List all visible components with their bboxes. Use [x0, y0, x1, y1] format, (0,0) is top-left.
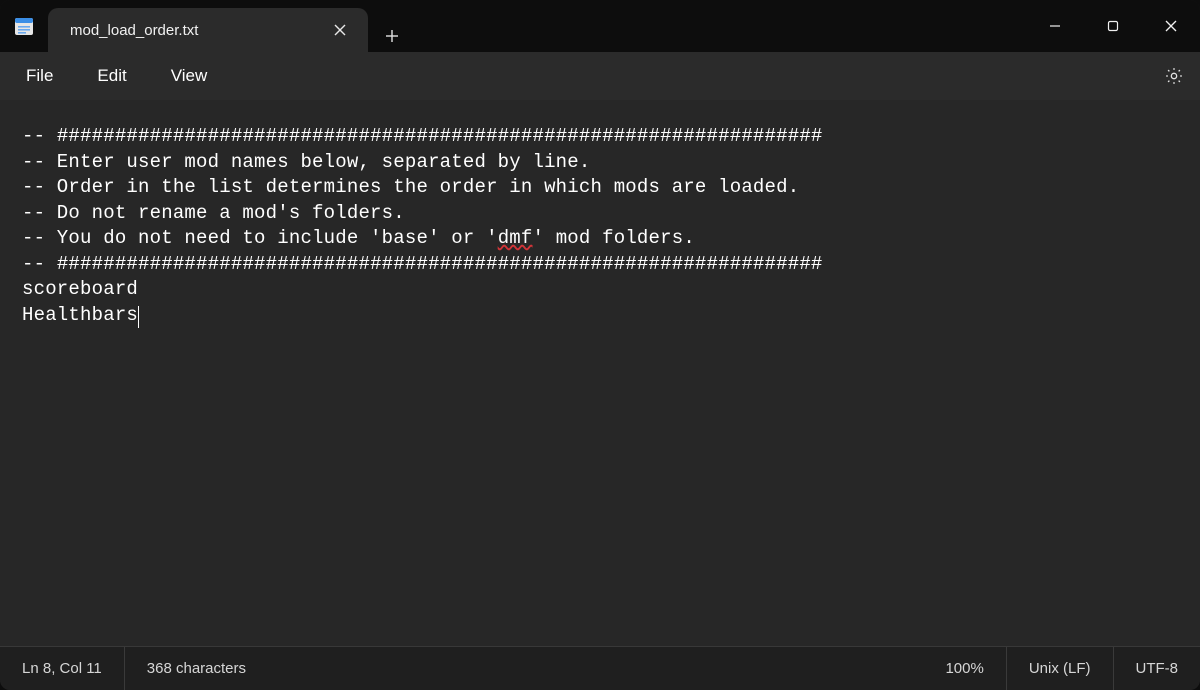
status-char-count[interactable]: 368 characters — [125, 647, 268, 690]
tab-modloadorder[interactable]: mod_load_order.txt — [48, 8, 368, 52]
tab-strip: mod_load_order.txt — [48, 0, 416, 52]
maximize-icon — [1106, 19, 1120, 33]
editor-line: -- Do not rename a mod's folders. — [22, 202, 405, 224]
tab-title: mod_load_order.txt — [70, 22, 198, 39]
settings-button[interactable] — [1152, 54, 1196, 98]
tab-close-button[interactable] — [330, 20, 350, 40]
window-controls — [1026, 0, 1200, 52]
close-icon — [1164, 19, 1178, 33]
spell-error: dmf — [498, 227, 533, 249]
status-line-ending[interactable]: Unix (LF) — [1007, 647, 1114, 690]
editor-line: -- Enter user mod names below, separated… — [22, 151, 591, 173]
maximize-button[interactable] — [1084, 0, 1142, 52]
app-window: mod_load_order.txt — [0, 0, 1200, 690]
menubar: File Edit View — [0, 52, 1200, 100]
plus-icon — [385, 29, 399, 43]
status-zoom[interactable]: 100% — [923, 647, 1006, 690]
status-encoding[interactable]: UTF-8 — [1114, 647, 1200, 690]
app-icon — [0, 0, 48, 52]
new-tab-button[interactable] — [368, 20, 416, 52]
editor-line: -- #####################################… — [22, 253, 823, 275]
titlebar: mod_load_order.txt — [0, 0, 1200, 52]
window-close-button[interactable] — [1142, 0, 1200, 52]
text-editor[interactable]: -- #####################################… — [0, 100, 1200, 646]
status-cursor-position[interactable]: Ln 8, Col 11 — [0, 647, 125, 690]
close-icon — [334, 24, 346, 36]
editor-line: -- You do not need to include 'base' or … — [22, 227, 695, 249]
menu-view[interactable]: View — [149, 60, 230, 92]
gear-icon — [1164, 66, 1184, 86]
minimize-button[interactable] — [1026, 0, 1084, 52]
statusbar: Ln 8, Col 11 368 characters 100% Unix (L… — [0, 646, 1200, 690]
editor-line: scoreboard — [22, 278, 138, 300]
menu-file[interactable]: File — [4, 60, 75, 92]
titlebar-drag-area[interactable] — [416, 0, 1026, 52]
editor-line: -- Order in the list determines the orde… — [22, 176, 799, 198]
text-caret — [138, 306, 139, 328]
editor-line: Healthbars — [22, 304, 138, 326]
menu-edit[interactable]: Edit — [75, 60, 148, 92]
editor-line: -- #####################################… — [22, 125, 823, 147]
minimize-icon — [1048, 19, 1062, 33]
notepad-icon — [13, 15, 35, 37]
